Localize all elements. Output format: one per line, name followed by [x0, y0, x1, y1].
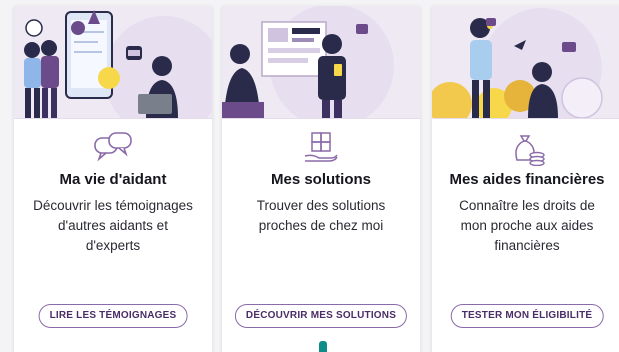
description-line: Connaître les droits de — [459, 198, 595, 213]
description-line: Découvrir les témoignages — [33, 198, 193, 213]
card-mes-solutions[interactable]: Mes solutions Trouver des solutions proc… — [222, 6, 420, 352]
description-line: Trouver des solutions — [256, 198, 386, 213]
hero-divider — [222, 118, 420, 119]
people-around-phone-illustration — [14, 6, 212, 118]
card-description: Trouver des solutions proches de chez mo… — [232, 196, 410, 236]
card-description: Connaître les droits de mon proche aux a… — [442, 196, 612, 256]
description-line: financières — [494, 238, 560, 253]
card-ma-vie-daidant[interactable]: Ma vie d'aidant Découvrir les témoignage… — [14, 6, 212, 352]
tester-eligibilite-button[interactable]: TESTER MON ÉLIGIBILITÉ — [450, 304, 604, 328]
description-line: proches de chez moi — [258, 218, 384, 233]
hero-divider — [14, 118, 212, 119]
hero-divider — [432, 118, 619, 119]
description-line: d'autres aidants et — [58, 218, 168, 233]
speech-bubbles-icon — [94, 132, 132, 162]
card-title: Mes solutions — [270, 171, 371, 188]
lire-temoignages-button[interactable]: LIRE LES TÉMOIGNAGES — [38, 304, 188, 328]
description-line: d'experts — [85, 238, 141, 253]
cards-row: Ma vie d'aidant Découvrir les témoignage… — [0, 0, 619, 352]
people-with-coins-illustration — [432, 6, 619, 118]
card-title: Ma vie d'aidant — [59, 171, 167, 188]
card-title: Mes aides financières — [449, 171, 605, 188]
decouvrir-solutions-button[interactable]: DÉCOUVRIR MES SOLUTIONS — [234, 304, 408, 328]
description-line: mon proche aux aides — [460, 218, 594, 233]
scroll-indicator — [319, 341, 327, 352]
people-at-board-illustration — [222, 6, 420, 118]
money-bag-coins-icon — [515, 135, 545, 166]
puzzle-hand-icon — [304, 132, 338, 162]
card-description: Découvrir les témoignages d'autres aidan… — [24, 196, 202, 256]
card-mes-aides-financieres[interactable]: Mes aides financières Connaître les droi… — [432, 6, 619, 352]
